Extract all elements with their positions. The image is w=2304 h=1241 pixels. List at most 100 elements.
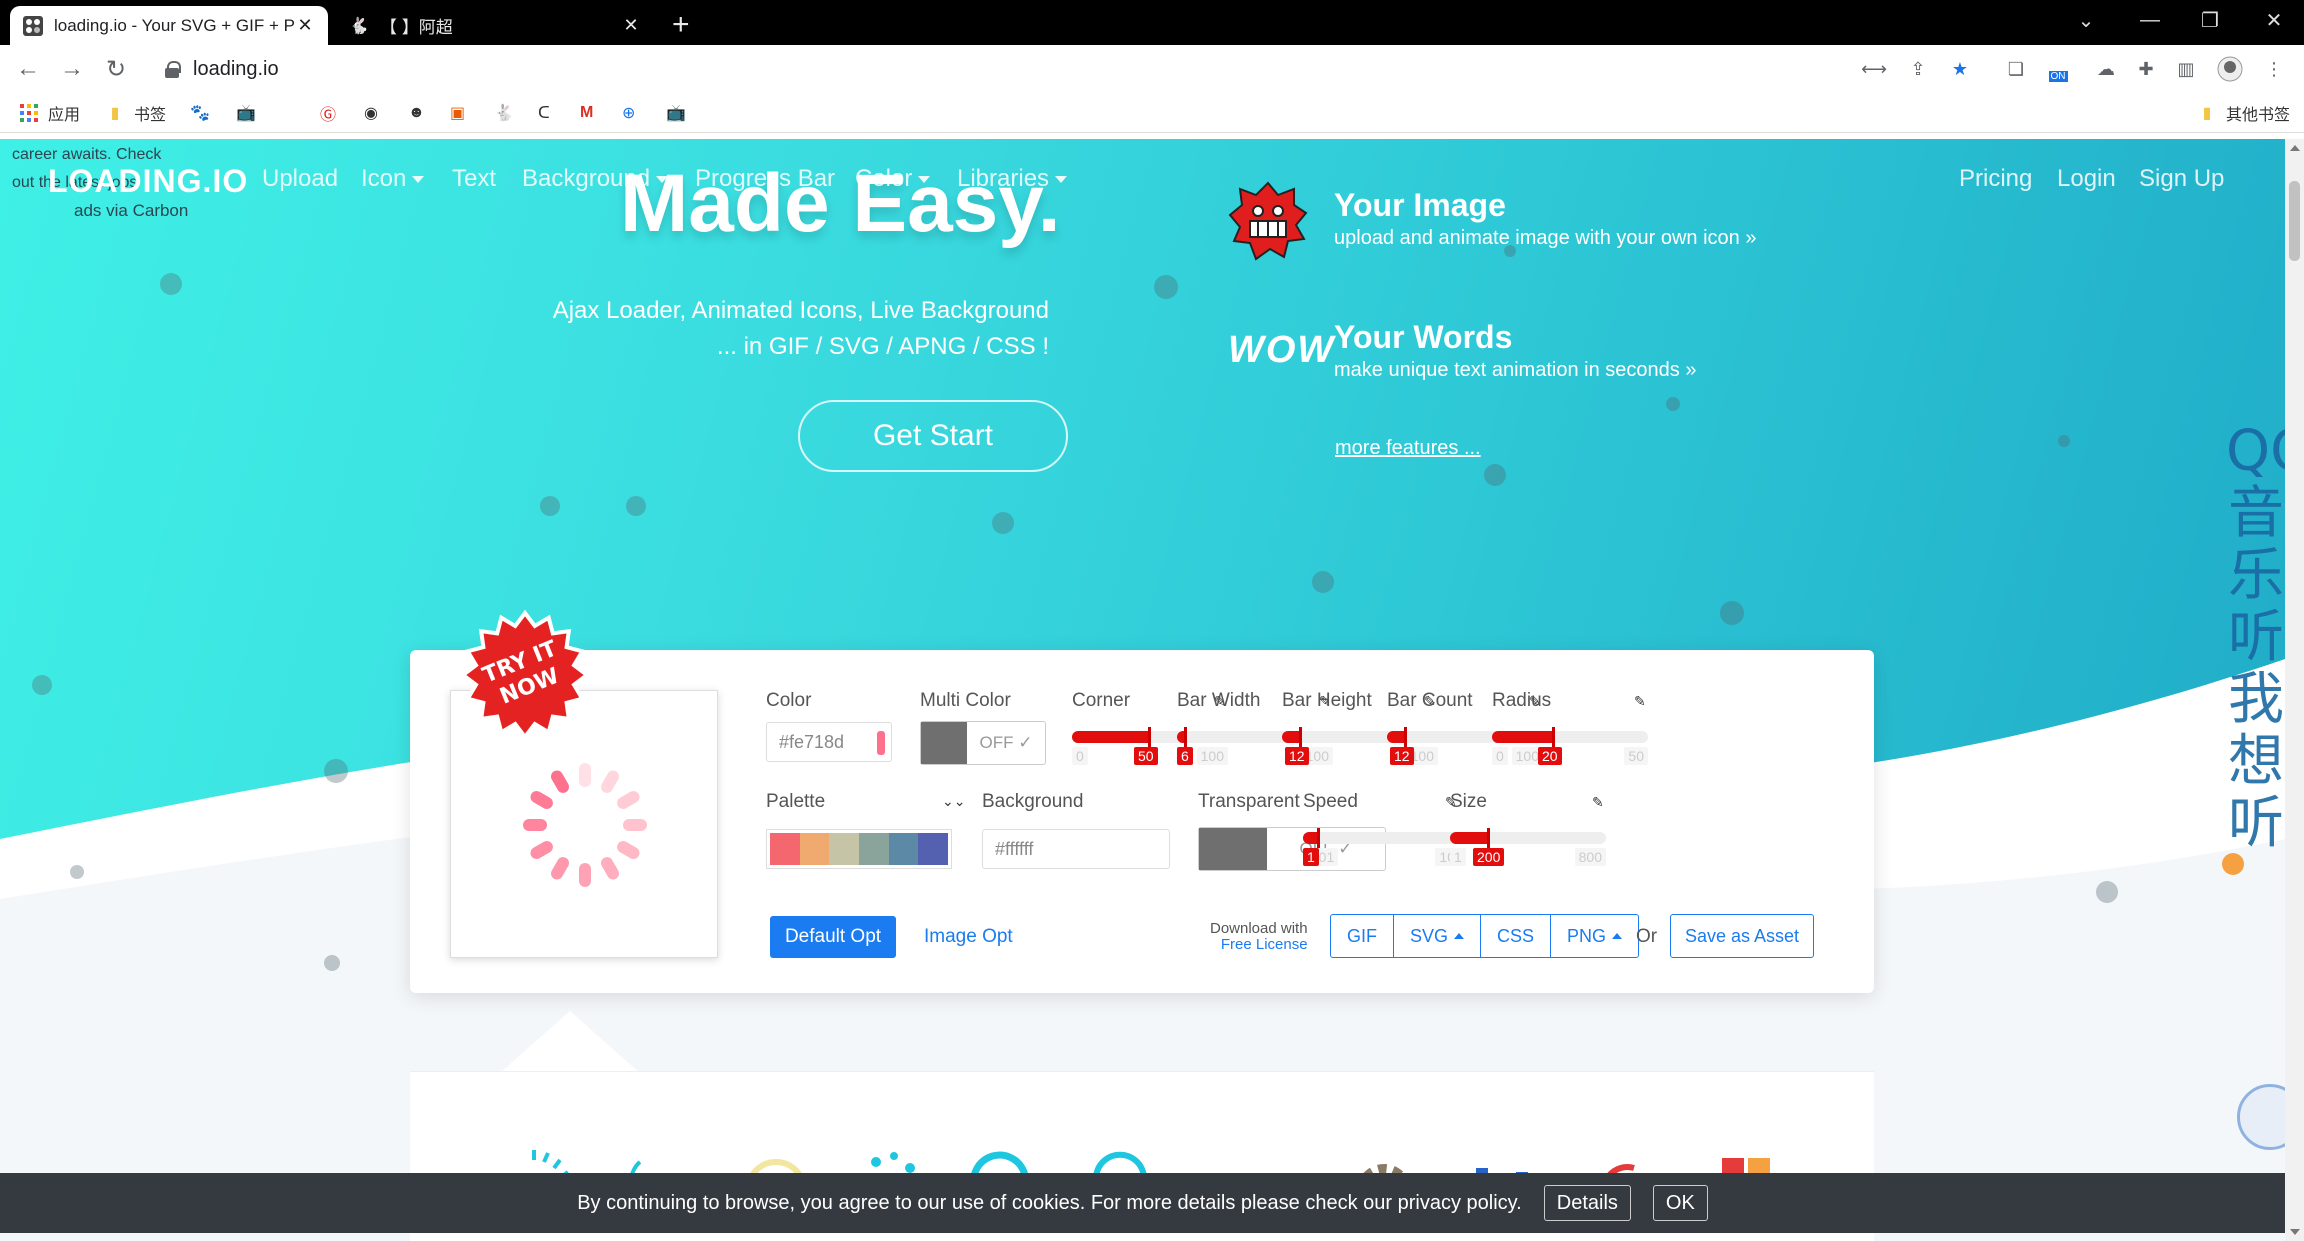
nav-libraries[interactable]: Libraries: [957, 165, 1068, 193]
tab-close-icon[interactable]: ✕: [620, 15, 642, 36]
slider-thumb[interactable]: [1552, 727, 1555, 747]
bookmark-apps[interactable]: 应用: [18, 99, 80, 127]
bookmark-star-icon[interactable]: ★: [1946, 55, 1974, 83]
bookmark-face-icon[interactable]: ☻: [408, 99, 425, 127]
slider-radius[interactable]: 0 50 20: [1492, 721, 1648, 765]
scroll-up-icon[interactable]: [2290, 145, 2300, 151]
baidu-paw-icon[interactable]: 🐾: [190, 99, 210, 127]
bookmark-search-icon[interactable]: ⊕: [622, 99, 635, 127]
nav-text[interactable]: Text: [452, 165, 496, 193]
tab-close-icon[interactable]: ✕: [294, 15, 316, 36]
save-as-asset-button[interactable]: Save as Asset: [1670, 914, 1814, 958]
nav-signup[interactable]: Sign Up: [2139, 165, 2224, 193]
multi-color-toggle[interactable]: OFF ✓: [920, 721, 1046, 765]
tab-manager-icon[interactable]: ❏: [2002, 55, 2030, 83]
cookie-details-button[interactable]: Details: [1543, 1185, 1631, 1221]
color-input[interactable]: #fe718d: [766, 722, 892, 762]
download-gif-button[interactable]: GIF: [1331, 915, 1394, 957]
slider-speed[interactable]: 0.01 10 1: [1303, 822, 1459, 866]
gmail-icon[interactable]: M: [580, 99, 593, 127]
slider-thumb[interactable]: [1404, 727, 1407, 747]
background-input[interactable]: #ffffff: [982, 829, 1170, 869]
pencil-edit-icon[interactable]: ✎: [1592, 794, 1604, 811]
qq-music-overlay: QQ音乐 听我想听: [2226, 419, 2285, 856]
bookmark-label: 书签: [134, 107, 167, 124]
sidebar-icon[interactable]: ▥: [2172, 55, 2200, 83]
page-scrollbar[interactable]: [2285, 139, 2304, 1241]
tab-loading-io[interactable]: loading.io - Your SVG + GIF + PNG Ajax L…: [10, 6, 328, 45]
bilibili-icon[interactable]: 📺: [236, 99, 256, 127]
tab-search-icon[interactable]: ⌄: [2056, 0, 2116, 40]
your-words-desc[interactable]: make unique text animation in seconds »: [1334, 359, 1696, 382]
new-tab-button[interactable]: +: [672, 8, 690, 42]
forward-icon[interactable]: →: [54, 51, 90, 87]
address-bar[interactable]: loading.io: [145, 50, 1845, 88]
hero-subtitle-line2: ... in GIF / SVG / APNG / CSS !: [716, 333, 1049, 360]
slider-value: 50: [1134, 747, 1158, 765]
cookie-ok-button[interactable]: OK: [1652, 1185, 1708, 1221]
download-svg-button[interactable]: SVG: [1394, 915, 1482, 957]
nav-icon[interactable]: Icon: [361, 165, 425, 193]
tab-title: 【 】阿超: [380, 18, 453, 37]
minimize-button[interactable]: —: [2120, 0, 2180, 40]
download-css-button[interactable]: CSS: [1481, 915, 1552, 957]
image-opt-button[interactable]: Image Opt: [924, 926, 1013, 948]
palette-swatch[interactable]: [766, 829, 952, 869]
reload-icon[interactable]: ↻: [98, 51, 134, 87]
menu-kebab-icon[interactable]: ⋮: [2260, 55, 2288, 83]
bookmark-red-g-icon[interactable]: Ⓖ: [320, 99, 336, 127]
bookmark-folder[interactable]: ▮ 书签: [104, 99, 166, 127]
slider-track[interactable]: [1303, 832, 1459, 844]
nav-color[interactable]: Color: [855, 165, 931, 193]
bookmark-rabbit-icon[interactable]: 🐇: [494, 99, 514, 127]
format-label: CSS: [1497, 925, 1535, 946]
your-words-title[interactable]: Your Words: [1334, 319, 1512, 356]
slider-thumb[interactable]: [1487, 828, 1490, 848]
background-dot: [70, 865, 84, 879]
back-icon[interactable]: ←: [10, 51, 46, 87]
bilibili-icon[interactable]: 📺: [666, 99, 686, 127]
bookmark-label: 应用: [48, 107, 81, 124]
bookmark-circle-icon[interactable]: ◉: [364, 99, 378, 127]
profile-avatar[interactable]: [2216, 55, 2244, 83]
nav-upload[interactable]: Upload: [262, 165, 338, 193]
default-opt-button[interactable]: Default Opt: [770, 916, 896, 958]
nav-login[interactable]: Login: [2057, 165, 2116, 193]
other-bookmarks[interactable]: ▮ 其他书签: [2196, 99, 2290, 127]
slider-thumb[interactable]: [1148, 727, 1151, 747]
tab-second[interactable]: 🐇 【 】阿超 ✕: [336, 6, 654, 45]
download-png-button[interactable]: PNG: [1551, 915, 1638, 957]
your-image-desc[interactable]: upload and animate image with your own i…: [1334, 227, 1756, 250]
slider-thumb[interactable]: [1184, 727, 1187, 747]
your-image-title[interactable]: Your Image: [1334, 187, 1506, 224]
slider-label: Corner: [1072, 690, 1131, 711]
slider-thumb[interactable]: [1299, 727, 1302, 747]
scroll-down-icon[interactable]: [2290, 1229, 2300, 1235]
palette-expand-icon[interactable]: ⌄⌄: [942, 793, 965, 810]
extension-on-icon[interactable]: ON: [2044, 55, 2072, 83]
extension-cloud-icon[interactable]: ☁: [2092, 55, 2120, 83]
share-icon[interactable]: ⇪: [1904, 55, 1932, 83]
angry-monster-icon[interactable]: [1228, 181, 1308, 261]
nav-background[interactable]: Background: [522, 165, 669, 193]
spinner-petal: [623, 819, 647, 831]
nav-pricing[interactable]: Pricing: [1959, 165, 2032, 193]
bookmark-orange-icon[interactable]: ▣: [450, 99, 465, 127]
slider-thumb[interactable]: [1317, 828, 1320, 848]
color-swatch[interactable]: [877, 731, 885, 755]
scrollbar-thumb[interactable]: [2289, 181, 2300, 261]
caret-up-icon: [1612, 933, 1623, 939]
translate-icon[interactable]: ⟷: [1860, 55, 1888, 83]
site-logo[interactable]: LOADING.IO: [48, 163, 248, 200]
restore-button[interactable]: ❐: [2180, 0, 2240, 40]
extensions-puzzle-icon[interactable]: ✚: [2132, 55, 2160, 83]
pencil-edit-icon[interactable]: ✎: [1634, 693, 1646, 710]
ads-via-carbon[interactable]: ads via Carbon: [74, 197, 188, 225]
get-start-button[interactable]: Get Start: [798, 400, 1068, 472]
bookmark-c-icon[interactable]: ᑕ: [538, 99, 550, 127]
more-features-link[interactable]: more features ...: [1335, 437, 1481, 460]
close-window-button[interactable]: ✕: [2244, 0, 2304, 40]
slider-size[interactable]: 1 800 200: [1450, 822, 1606, 866]
nav-progress-bar[interactable]: Progress Bar: [695, 165, 835, 193]
free-license-link[interactable]: Free License: [1210, 937, 1308, 953]
